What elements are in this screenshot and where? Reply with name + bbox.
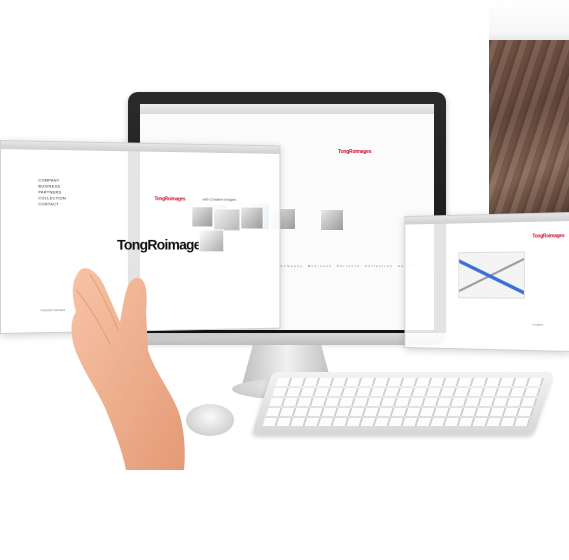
photo-thumb — [213, 208, 240, 231]
photo-thumb — [199, 229, 224, 252]
background-top — [489, 0, 569, 40]
keyboard-keys — [262, 378, 544, 428]
photo-thumb — [191, 206, 213, 227]
screen-menu: Company Business Partners Collection Con… — [280, 264, 419, 268]
nav-item-contact[interactable]: CONTACT — [38, 201, 66, 207]
hand-illustration — [66, 260, 196, 470]
photo-thumb — [320, 209, 344, 231]
screen-logo: TongRoimages — [338, 149, 371, 155]
location-map — [458, 252, 525, 299]
panel-footer-text: TONGRO IMAGES — [40, 308, 65, 312]
panel-logo: TongRoimages — [154, 196, 185, 202]
photo-thumb — [240, 207, 263, 230]
right-panel-logo: TongRoimages — [532, 233, 564, 239]
wood-background — [489, 40, 569, 220]
location-label: Location — [532, 322, 543, 326]
nav-menu: COMPANY BUSINESS PARTNERS COLLECTION CON… — [38, 177, 66, 207]
floating-panel-right: TongRoimages Location — [404, 212, 569, 352]
tagline: with Creative Images — [202, 197, 236, 202]
keyboard — [252, 372, 554, 434]
browser-toolbar — [140, 104, 434, 114]
panel-toolbar — [405, 213, 569, 225]
large-logo: TongRoimages — [117, 237, 207, 254]
